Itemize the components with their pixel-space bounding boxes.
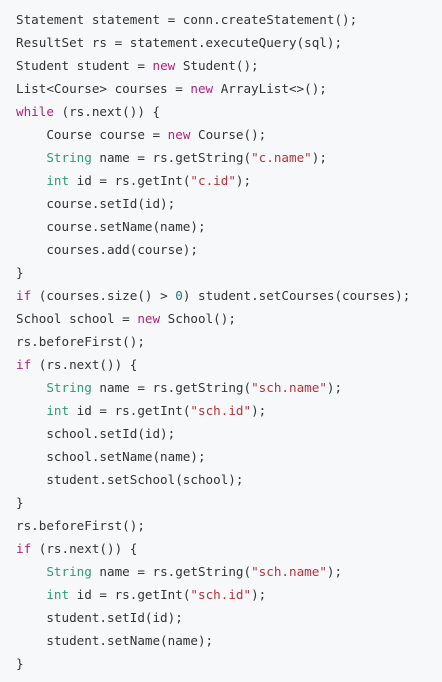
code-text: student.setSchool(school); <box>16 472 244 487</box>
code-text: id = rs.getInt( <box>69 587 191 602</box>
code-line: ResultSet rs = statement.executeQuery(sq… <box>16 31 442 54</box>
code-type: int <box>46 173 70 188</box>
code-line: rs.beforeFirst(); <box>16 514 442 537</box>
code-keyword: while <box>16 104 54 119</box>
code-line: rs.beforeFirst(); <box>16 330 442 353</box>
code-text: } <box>16 495 24 510</box>
code-line: } <box>16 261 442 284</box>
code-keyword: new <box>137 311 161 326</box>
code-line: Course course = new Course(); <box>16 123 442 146</box>
code-string: "sch.name" <box>251 564 327 579</box>
code-text: rs.beforeFirst(); <box>16 518 145 533</box>
code-string: "c.id" <box>190 173 236 188</box>
code-string: "sch.name" <box>251 380 327 395</box>
code-line: courses.add(course); <box>16 238 442 261</box>
code-text: (rs.next()) { <box>53 104 161 119</box>
code-line: int id = rs.getInt("sch.id"); <box>16 583 442 606</box>
code-string: "sch.id" <box>190 587 252 602</box>
code-text: courses.add(course); <box>16 242 198 257</box>
code-text: school.setId(id); <box>16 426 176 441</box>
code-text: ArrayList<>(); <box>213 81 327 96</box>
code-text: (rs.next()) { <box>31 541 138 556</box>
code-text: Course course = <box>16 127 168 142</box>
code-text: Course(); <box>190 127 267 142</box>
code-string: "sch.id" <box>190 403 252 418</box>
code-line: int id = rs.getInt("sch.id"); <box>16 399 442 422</box>
code-text: List<Course> courses = <box>16 81 191 96</box>
code-line: } <box>16 491 442 514</box>
code-text: name = rs.getString( <box>91 564 252 579</box>
code-line: if (rs.next()) { <box>16 537 442 560</box>
code-line: student.setSchool(school); <box>16 468 442 491</box>
code-text: ); <box>251 587 267 602</box>
code-text: ); <box>235 173 252 188</box>
code-keyword: if <box>16 288 32 303</box>
code-text: ); <box>251 403 267 418</box>
code-keyword: new <box>152 58 176 73</box>
code-line: Statement statement = conn.createStateme… <box>16 8 442 31</box>
code-number: 0 <box>175 288 183 303</box>
code-line: } <box>16 652 442 675</box>
code-string: "c.name" <box>251 150 312 165</box>
code-text: student.setName(name); <box>16 633 214 648</box>
code-text: name = rs.getString( <box>91 150 252 165</box>
code-block: Statement statement = conn.createStateme… <box>0 0 442 682</box>
code-line: student.setId(id); <box>16 606 442 629</box>
code-line: String name = rs.getString("sch.name"); <box>16 560 442 583</box>
code-text: (rs.next()) { <box>31 357 138 372</box>
code-text: ) student.setCourses(courses); <box>182 288 411 303</box>
code-text: ); <box>326 564 343 579</box>
code-line: while (rs.next()) { <box>16 100 442 123</box>
code-keyword: new <box>190 81 214 96</box>
code-keyword: if <box>16 541 32 556</box>
code-text: (courses.size() > <box>31 288 176 303</box>
code-line: Student student = new Student(); <box>16 54 442 77</box>
code-line: String name = rs.getString("sch.name"); <box>16 376 442 399</box>
code-line: if (rs.next()) { <box>16 353 442 376</box>
code-text: Statement statement = conn.createStateme… <box>16 12 358 27</box>
code-keyword: if <box>16 357 32 372</box>
code-line: String name = rs.getString("c.name"); <box>16 146 442 169</box>
code-type: int <box>46 403 70 418</box>
code-line: School school = new School(); <box>16 307 442 330</box>
code-text: } <box>16 656 24 671</box>
code-text: rs.beforeFirst(); <box>16 334 145 349</box>
code-text: ResultSet rs = statement.executeQuery(sq… <box>16 35 343 50</box>
code-type: String <box>46 564 92 579</box>
code-text: id = rs.getInt( <box>69 173 191 188</box>
code-text: school.setName(name); <box>16 449 206 464</box>
code-line: course.setName(name); <box>16 215 442 238</box>
code-text: ); <box>326 380 343 395</box>
code-text: Student student = <box>16 58 153 73</box>
code-line: course.setId(id); <box>16 192 442 215</box>
code-text: School school = <box>16 311 138 326</box>
code-line: int id = rs.getInt("c.id"); <box>16 169 442 192</box>
code-type: String <box>46 380 92 395</box>
code-line: List<Course> courses = new ArrayList<>()… <box>16 77 442 100</box>
code-keyword: new <box>167 127 191 142</box>
code-text: } <box>16 265 24 280</box>
code-line: school.setId(id); <box>16 422 442 445</box>
code-text: course.setId(id); <box>16 196 176 211</box>
code-type: String <box>46 150 92 165</box>
code-text: ); <box>311 150 327 165</box>
code-text: course.setName(name); <box>16 219 206 234</box>
code-text: School(); <box>160 311 236 326</box>
code-line: student.setName(name); <box>16 629 442 652</box>
code-text: name = rs.getString( <box>91 380 252 395</box>
code-text: student.setId(id); <box>16 610 183 625</box>
code-line: school.setName(name); <box>16 445 442 468</box>
code-text: Student(); <box>175 58 259 73</box>
code-text: id = rs.getInt( <box>69 403 191 418</box>
code-line: if (courses.size() > 0) student.setCours… <box>16 284 442 307</box>
code-type: int <box>46 587 70 602</box>
